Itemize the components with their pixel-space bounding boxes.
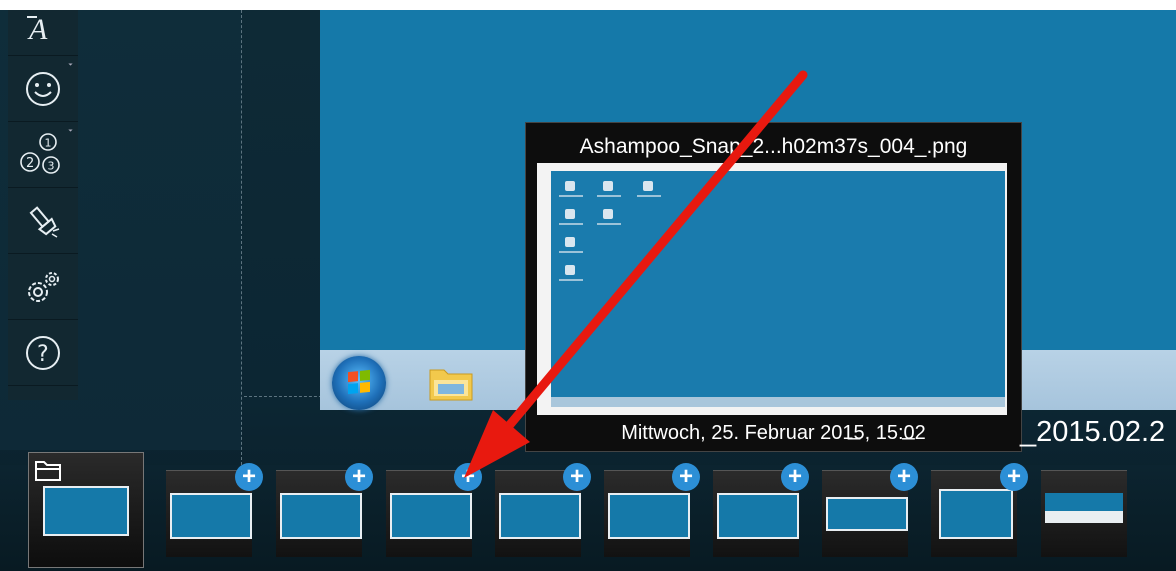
red-annotation-arrow bbox=[464, 70, 808, 478]
